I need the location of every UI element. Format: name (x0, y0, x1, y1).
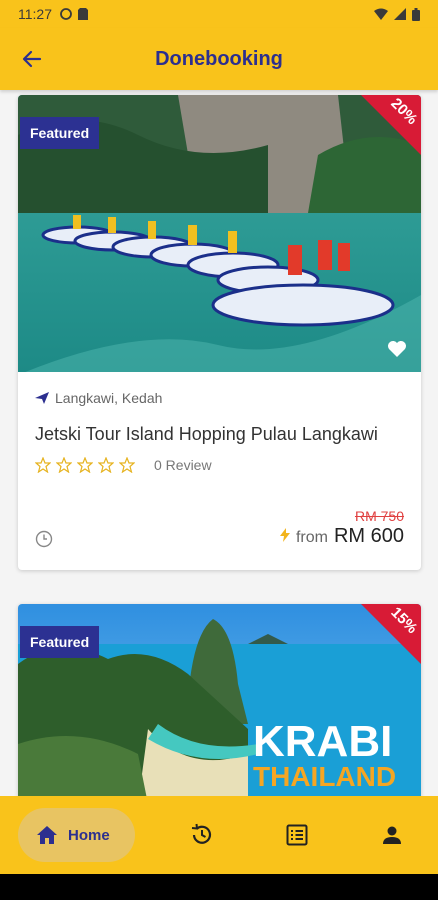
home-icon (37, 826, 57, 844)
sale-price: RM 600 (333, 525, 404, 547)
sim-icon (60, 8, 72, 20)
star-icon (98, 457, 114, 473)
review-count: 0 Review (154, 457, 212, 473)
signal-icon (394, 8, 406, 20)
list-icon (286, 824, 308, 846)
tour-card[interactable]: Featured 20% Langkawi, Kedah Jetski Tour… (18, 95, 421, 570)
nav-history[interactable] (180, 813, 224, 857)
star-icon (56, 457, 72, 473)
status-bar: 11:27 (0, 0, 438, 28)
tour-title[interactable]: Jetski Tour Island Hopping Pulau Langkaw… (35, 422, 404, 447)
from-label: from (295, 529, 328, 546)
nav-home-label: Home (68, 826, 110, 844)
rating-row: 0 Review (35, 457, 404, 473)
price-row: RM 750 from RM 600 (35, 508, 404, 548)
image-text-krabi: KRABI (253, 717, 392, 766)
bottom-navigation: Home (0, 796, 438, 874)
flash-icon (279, 528, 290, 542)
arrow-left-icon (22, 50, 42, 68)
tour-card[interactable]: KRABI THAILAND Featured 15% (18, 604, 421, 796)
tour-details: Langkawi, Kedah Jetski Tour Island Hoppi… (18, 372, 421, 491)
star-icon (77, 457, 93, 473)
featured-badge: Featured (20, 117, 100, 149)
tour-list[interactable]: Featured 20% Langkawi, Kedah Jetski Tour… (0, 90, 438, 796)
battery-icon (412, 7, 420, 21)
image-text-thailand: THAILAND (253, 761, 396, 792)
person-icon (383, 826, 401, 844)
sd-card-icon (78, 8, 88, 20)
nav-bookings[interactable] (275, 813, 319, 857)
location-text: Langkawi, Kedah (55, 390, 163, 406)
tour-location: Langkawi, Kedah (35, 390, 404, 406)
star-icon (119, 457, 135, 473)
page-title: Donebooking (155, 47, 283, 70)
tour-image: Featured 20% (18, 95, 421, 372)
star-icon (35, 457, 51, 473)
original-price: RM 750 (354, 508, 404, 524)
status-time: 11:27 (18, 6, 52, 22)
history-icon (191, 823, 212, 844)
nav-profile[interactable] (370, 813, 414, 857)
tour-image: KRABI THAILAND Featured 15% (18, 604, 421, 796)
system-navigation-bar (0, 874, 438, 900)
app-bar: Donebooking (0, 28, 438, 90)
back-button[interactable] (10, 37, 54, 81)
navigation-arrow-icon (35, 392, 49, 404)
wifi-icon (374, 8, 388, 20)
clock-icon (35, 530, 53, 548)
heart-icon[interactable] (387, 340, 407, 358)
featured-badge: Featured (20, 626, 100, 658)
nav-home[interactable]: Home (18, 808, 135, 862)
